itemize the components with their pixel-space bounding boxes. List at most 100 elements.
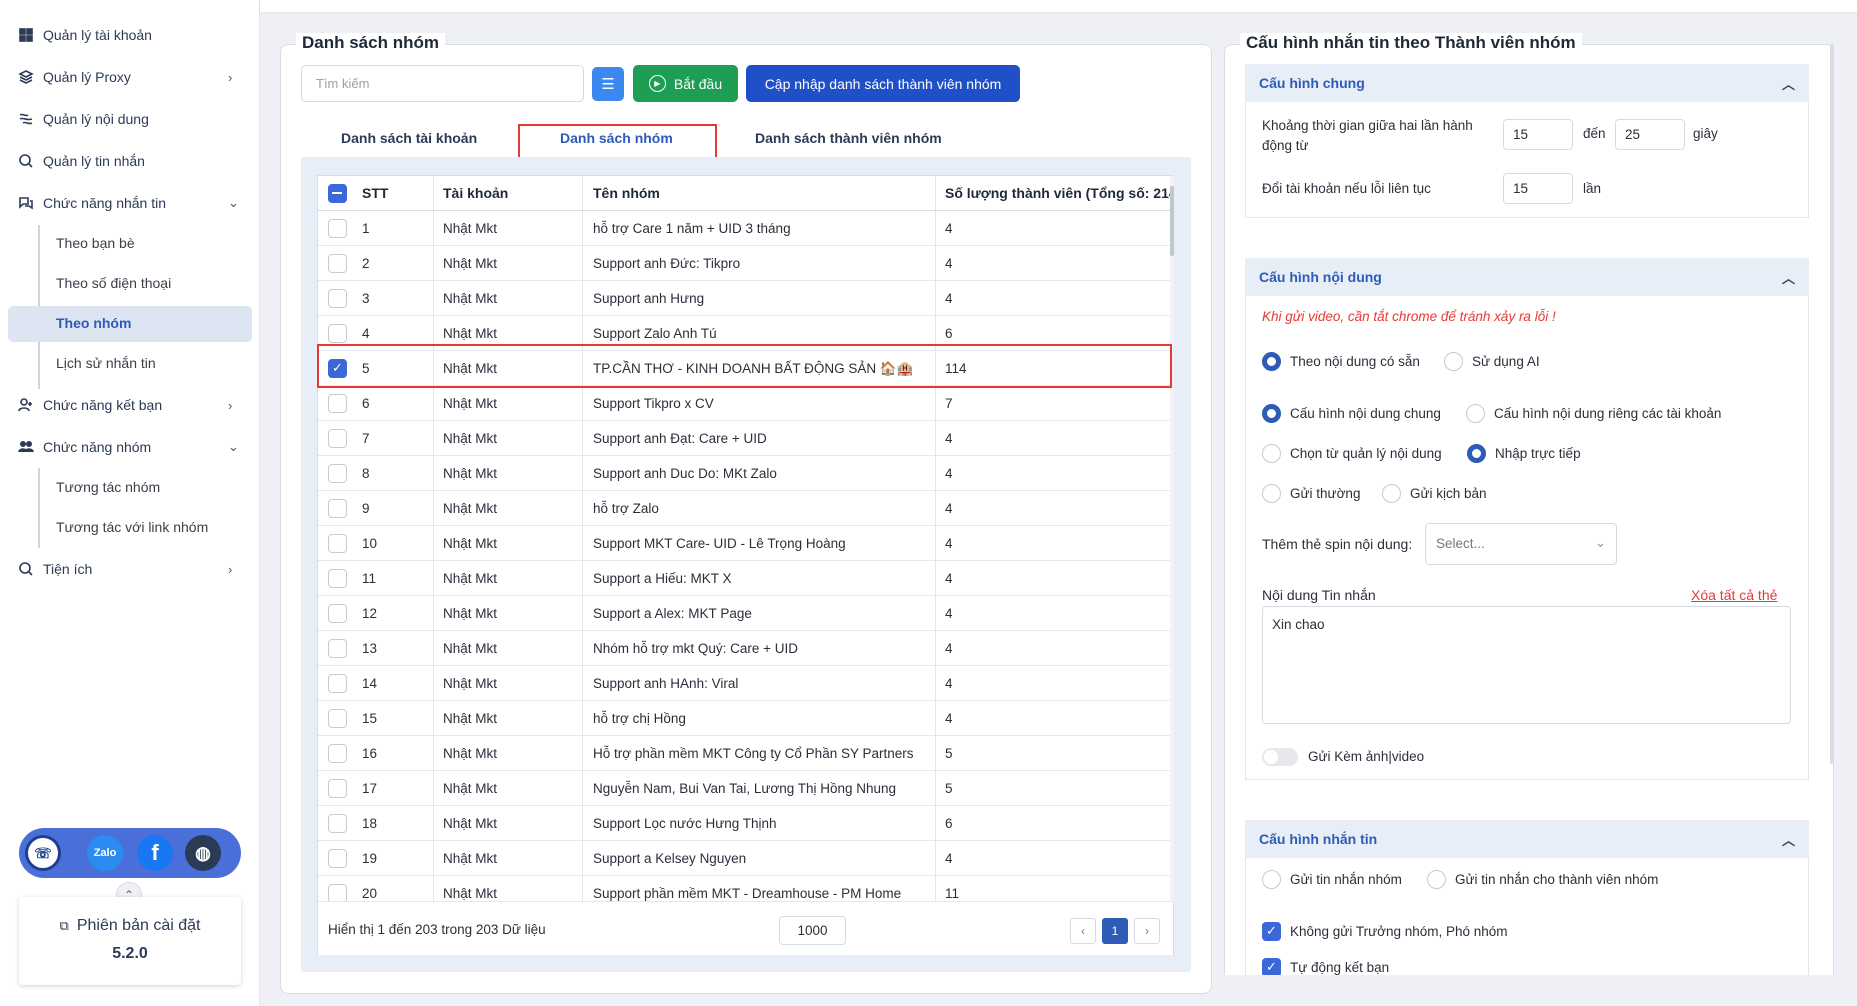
radio-send-script[interactable] — [1382, 484, 1401, 503]
sub-item-history[interactable]: Lịch sử nhắn tin — [56, 351, 156, 375]
page-size-input[interactable]: 1000 — [779, 916, 846, 945]
row-checkbox[interactable] — [328, 849, 347, 868]
sub-item-phone[interactable]: Theo số điện thoại — [56, 271, 171, 295]
table-row[interactable]: 20 Nhật Mkt Support phần mềm MKT - Dreamho… — [318, 876, 1170, 901]
nav-group-features[interactable]: Chức năng nhóm ⌄ — [18, 435, 239, 459]
table-row[interactable]: 17 Nhật Mkt Nguyễn Nam, Bui Van Tai, Lương… — [318, 771, 1170, 806]
radio-private-config[interactable] — [1466, 404, 1485, 423]
table-row[interactable]: 10 Nhật Mkt Support MKT Care- UID - Lê Trọ… — [318, 526, 1170, 561]
radio-from-manager[interactable] — [1262, 444, 1281, 463]
cell-member-count: 4 — [945, 851, 953, 866]
checkbox-skip-leaders[interactable]: ✓ — [1262, 922, 1281, 941]
row-checkbox[interactable] — [328, 639, 347, 658]
times-label: lần — [1583, 181, 1602, 196]
version-label: Phiên bản cài đặt — [76, 917, 201, 934]
row-checkbox[interactable] — [328, 569, 347, 588]
col-divider — [433, 176, 434, 901]
row-checkbox[interactable] — [328, 429, 347, 448]
row-checkbox[interactable] — [328, 604, 347, 623]
nav-message-manager[interactable]: Quản lý tin nhắn — [18, 149, 145, 173]
nav-friend-features[interactable]: Chức năng kết bạn › — [18, 393, 232, 417]
facebook-icon[interactable]: f — [137, 835, 173, 871]
row-checkbox[interactable] — [328, 254, 347, 273]
table-row[interactable]: 3 Nhật Mkt Support anh Hưng 4 — [318, 281, 1170, 316]
table-row[interactable]: 13 Nhật Mkt Nhóm hỗ trợ mkt Quý: Care + UI… — [318, 631, 1170, 666]
row-checkbox[interactable] — [328, 464, 347, 483]
sub-item-group-link[interactable]: Tương tác với link nhóm — [56, 515, 208, 539]
nav-proxy-manager[interactable]: Quản lý Proxy › — [18, 65, 232, 89]
table-row[interactable]: 16 Nhật Mkt Hỗ trợ phần mềm MKT Công ty Cổ… — [318, 736, 1170, 771]
tab-accounts[interactable]: Danh sách tài khoản — [341, 130, 477, 146]
start-button[interactable]: ▶ Bắt đầu — [633, 65, 738, 102]
messaging-config-header[interactable]: Cấu hình nhắn tin ︿ — [1245, 820, 1809, 858]
table-row[interactable]: 19 Nhật Mkt Support a Kelsey Nguyen 4 — [318, 841, 1170, 876]
search-input[interactable]: Tìm kiếm — [301, 65, 584, 102]
zalo-icon[interactable]: Zalo — [87, 835, 123, 871]
table-row[interactable]: 7 Nhật Mkt Support anh Đạt: Care + UID 4 — [318, 421, 1170, 456]
next-page-button[interactable]: › — [1134, 918, 1160, 944]
content-config-header[interactable]: Cấu hình nội dung ︿ — [1245, 258, 1809, 296]
filter-button[interactable]: ☰ — [592, 67, 624, 101]
page-1-button[interactable]: 1 — [1102, 918, 1128, 944]
table-row[interactable]: 9 Nhật Mkt hỗ trợ Zalo 4 — [318, 491, 1170, 526]
row-checkbox[interactable] — [328, 814, 347, 833]
clear-tags-link[interactable]: Xóa tất cả thẻ — [1691, 587, 1777, 603]
row-checkbox[interactable] — [328, 779, 347, 798]
sub-item-friends[interactable]: Theo bạn bè — [56, 231, 135, 255]
sub-item-groups[interactable]: Theo nhóm — [56, 311, 131, 335]
radio-send-normal[interactable] — [1262, 484, 1281, 503]
scrollbar-track[interactable] — [1170, 176, 1174, 901]
nav-messaging[interactable]: Chức năng nhắn tin ⌄ — [18, 191, 239, 215]
radio-direct-input[interactable] — [1467, 444, 1486, 463]
row-checkbox[interactable] — [328, 289, 347, 308]
nav-label: Chức năng kết bạn — [43, 397, 163, 413]
cell-stt: 11 — [362, 571, 377, 586]
table-row[interactable]: 1 Nhật Mkt hỗ trợ Care 1 năm + UID 3 tháng… — [318, 211, 1170, 246]
radio-send-members[interactable] — [1427, 870, 1446, 889]
tab-group-members[interactable]: Danh sách thành viên nhóm — [755, 130, 942, 146]
web-icon[interactable]: ◍ — [185, 835, 221, 871]
row-checkbox[interactable] — [328, 324, 347, 343]
row-checkbox[interactable] — [328, 534, 347, 553]
table-row[interactable]: 15 Nhật Mkt hỗ trợ chị Hồng 4 — [318, 701, 1170, 736]
nav-account-manager[interactable]: Quản lý tài khoản — [18, 23, 152, 47]
table-row[interactable]: 18 Nhật Mkt Support Lọc nước Hưng Thịnh 6 — [318, 806, 1170, 841]
row-checkbox[interactable] — [328, 394, 347, 413]
row-checkbox[interactable] — [328, 674, 347, 693]
radio-use-ai[interactable] — [1444, 352, 1463, 371]
scrollbar-thumb[interactable] — [1170, 186, 1174, 256]
cell-stt: 8 — [362, 466, 370, 481]
update-members-button[interactable]: Cập nhập danh sách thành viên nhóm — [746, 65, 1020, 102]
message-textarea[interactable]: Xin chao — [1262, 606, 1791, 724]
switch-account-input[interactable]: 15 — [1503, 173, 1573, 204]
interval-to-input[interactable]: 25 — [1615, 119, 1685, 150]
cell-stt: 10 — [362, 536, 378, 551]
general-config-header[interactable]: Cấu hình chung ︿ — [1245, 64, 1809, 102]
table-row[interactable]: 8 Nhật Mkt Support anh Duc Do: MKt Zalo 4 — [318, 456, 1170, 491]
table-row[interactable]: 11 Nhật Mkt Support a Hiếu: MKT X 4 — [318, 561, 1170, 596]
row-checkbox[interactable] — [328, 499, 347, 518]
cell-group-name: hỗ trợ Care 1 năm + UID 3 tháng — [593, 221, 791, 236]
table-row[interactable]: 6 Nhật Mkt Support Tikpro x CV 7 — [318, 386, 1170, 421]
prev-page-button[interactable]: ‹ — [1070, 918, 1096, 944]
row-checkbox[interactable] — [328, 709, 347, 728]
interval-from-input[interactable]: 15 — [1503, 119, 1573, 150]
attach-toggle[interactable] — [1262, 748, 1298, 766]
spin-select[interactable]: Select... ⌄ — [1425, 523, 1617, 565]
sub-item-group-interact[interactable]: Tương tác nhóm — [56, 475, 160, 499]
radio-send-group[interactable] — [1262, 870, 1281, 889]
nav-utilities[interactable]: Tiện ích › — [18, 557, 232, 581]
cell-account: Nhật Mkt — [443, 291, 498, 306]
row-checkbox[interactable] — [328, 219, 347, 238]
nav-content-manager[interactable]: Quản lý nội dung — [18, 107, 149, 131]
table-row[interactable]: 14 Nhật Mkt Support anh HAnh: Viral 4 — [318, 666, 1170, 701]
social-bar: ☏ Zalo f ◍ — [19, 828, 241, 878]
support-icon[interactable]: ☏ — [25, 835, 61, 871]
config-scrollbar[interactable] — [1830, 44, 1834, 764]
radio-common-config[interactable] — [1262, 404, 1281, 423]
row-checkbox[interactable] — [328, 884, 347, 901]
table-row[interactable]: 2 Nhật Mkt Support anh Đức: Tikpro 4 — [318, 246, 1170, 281]
row-checkbox[interactable] — [328, 744, 347, 763]
table-row[interactable]: 12 Nhật Mkt Support a Alex: MKT Page 4 — [318, 596, 1170, 631]
radio-existing-content[interactable] — [1262, 352, 1281, 371]
